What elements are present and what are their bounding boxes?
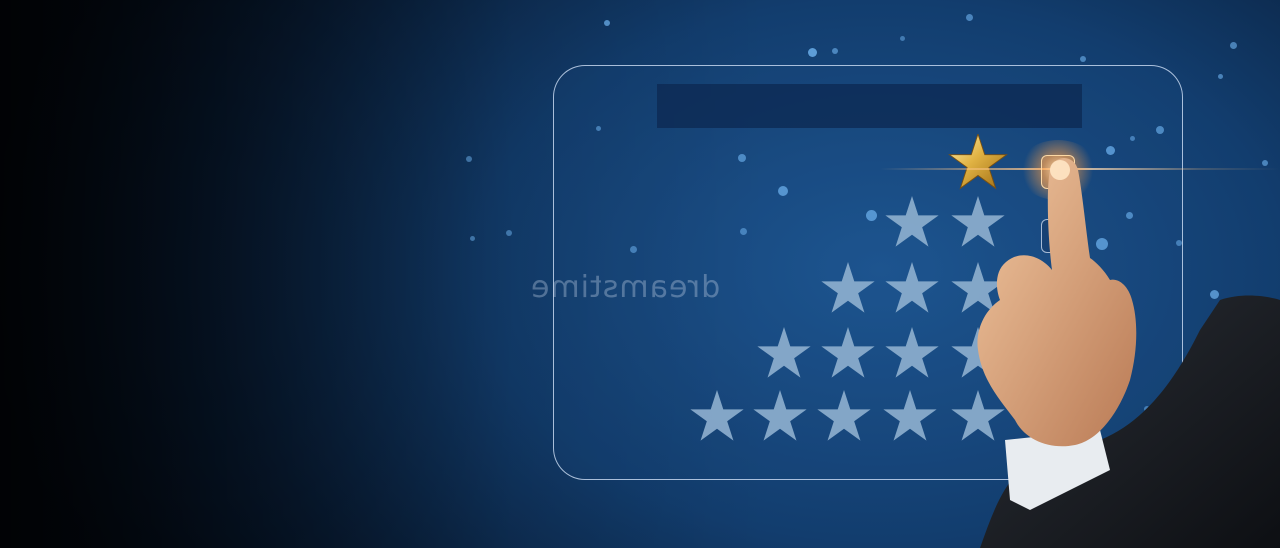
empty-star-icon	[885, 262, 939, 313]
checkbox-rating-5[interactable]	[1041, 155, 1075, 189]
empty-star-icon	[757, 327, 811, 378]
empty-star-icon	[951, 196, 1005, 247]
empty-star-icon	[821, 327, 875, 378]
empty-star-icon	[885, 327, 939, 378]
empty-star-icon	[951, 327, 1005, 378]
rating-checkbox-column	[1041, 155, 1077, 455]
empty-star-icon	[951, 262, 1005, 313]
gold-star-icon[interactable]	[949, 134, 1006, 188]
empty-star-icon	[690, 390, 744, 441]
empty-star-icon	[951, 390, 1005, 441]
checkbox-rating-3[interactable]	[1041, 285, 1075, 319]
empty-star-icon	[753, 390, 807, 441]
empty-star-icon	[883, 390, 937, 441]
checkbox-rating-4[interactable]	[1041, 219, 1075, 253]
watermark: dreamstime	[530, 270, 721, 305]
checkbox-rating-1[interactable]	[1041, 411, 1075, 445]
empty-star-icon	[821, 262, 875, 313]
empty-star-icon	[817, 390, 871, 441]
checkbox-rating-2[interactable]	[1041, 349, 1075, 383]
empty-star-icon	[885, 196, 939, 247]
